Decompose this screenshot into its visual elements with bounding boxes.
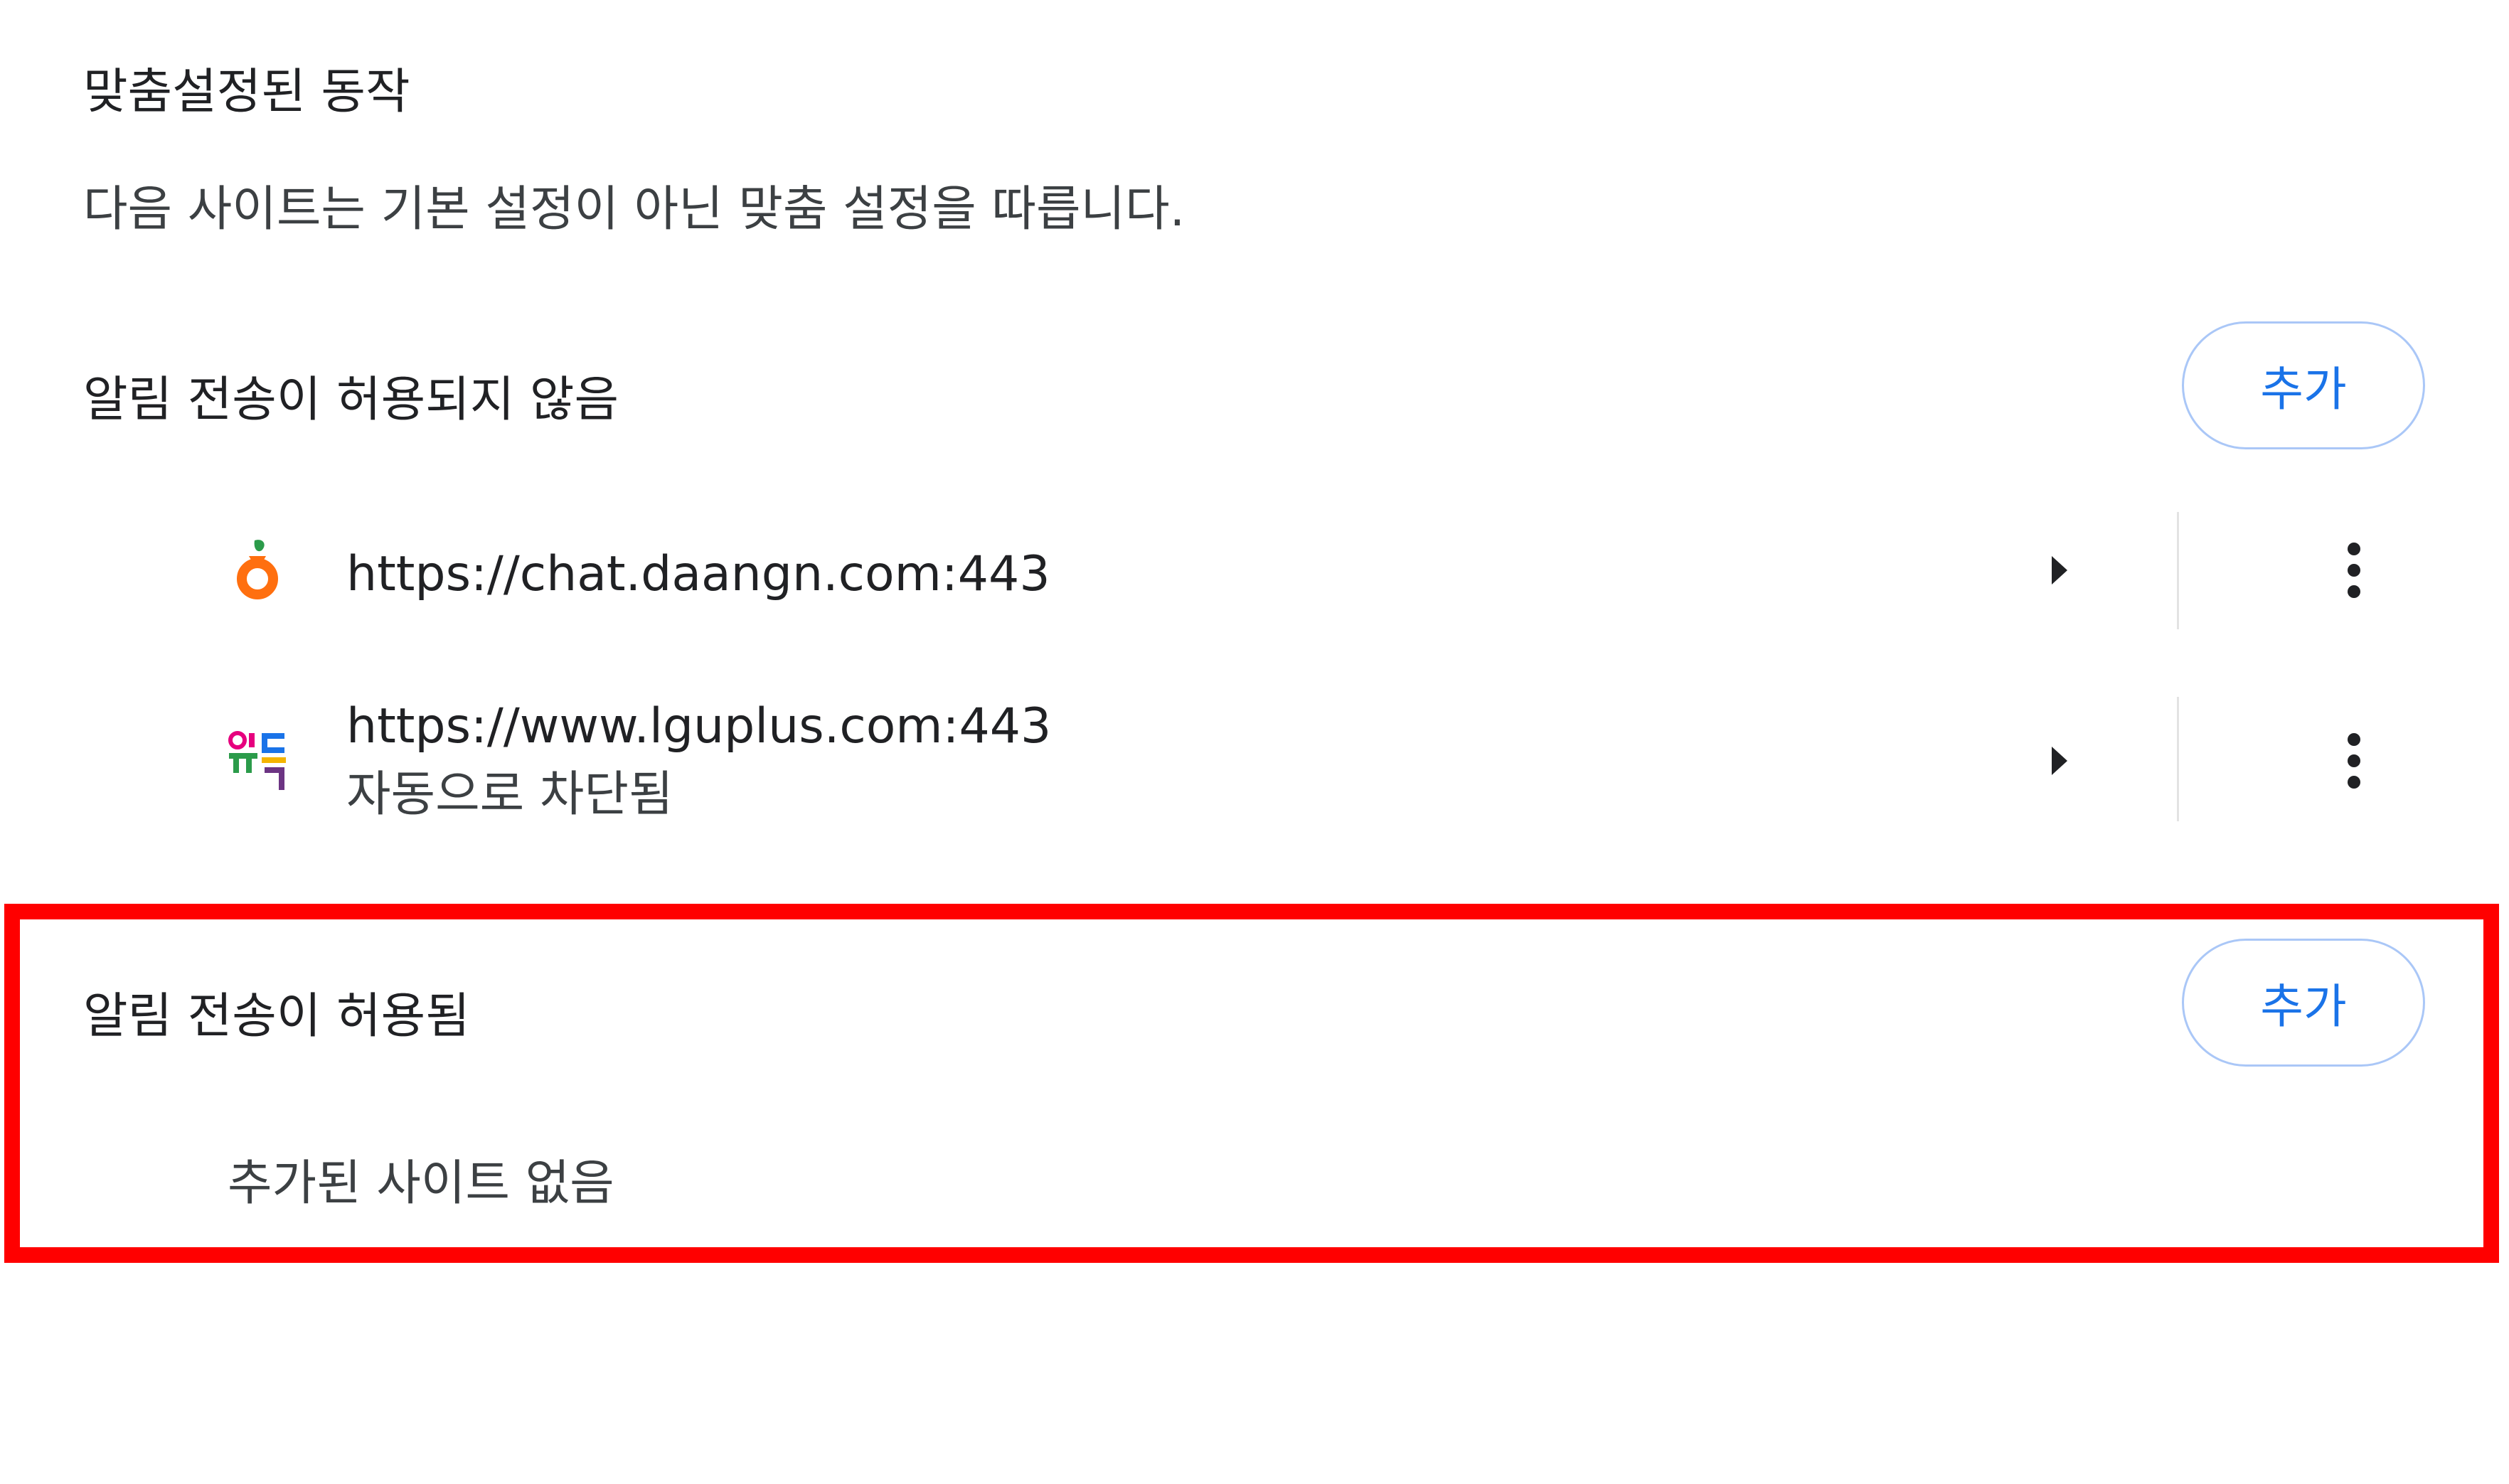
blocked-group-label: 알림 전송이 허용되지 않음 <box>83 372 619 428</box>
allowed-add-button[interactable]: 추가 <box>2182 939 2425 1067</box>
section-description: 다음 사이트는 기본 설정이 아닌 맞춤 설정을 따릅니다. <box>83 181 1186 237</box>
site-row-daangn[interactable]: https://chat.daangn.com:443 <box>0 512 2509 629</box>
more-actions-icon[interactable] <box>2315 531 2393 609</box>
row-divider <box>2177 512 2179 629</box>
blocked-add-button[interactable]: 추가 <box>2182 321 2425 449</box>
site-url: https://chat.daangn.com:443 <box>346 546 1050 602</box>
section-title: 맞춤설정된 동작 <box>83 64 410 120</box>
row-divider <box>2177 697 2179 821</box>
daangn-carrot-icon <box>228 538 287 602</box>
site-details-arrow-icon[interactable] <box>2020 722 2098 800</box>
site-block-status: 자동으로 차단됨 <box>346 767 673 823</box>
site-row-lguplus[interactable]: https://www.lguplus.com:443 자동으로 차단됨 <box>0 697 2509 823</box>
allowed-group-label: 알림 전송이 허용됨 <box>83 988 470 1045</box>
lguplus-udok-icon <box>228 729 287 793</box>
site-details-arrow-icon[interactable] <box>2020 531 2098 609</box>
more-actions-icon[interactable] <box>2315 722 2393 800</box>
site-url: https://www.lguplus.com:443 <box>346 698 1052 754</box>
allowed-empty-text: 추가된 사이트 없음 <box>228 1155 614 1212</box>
